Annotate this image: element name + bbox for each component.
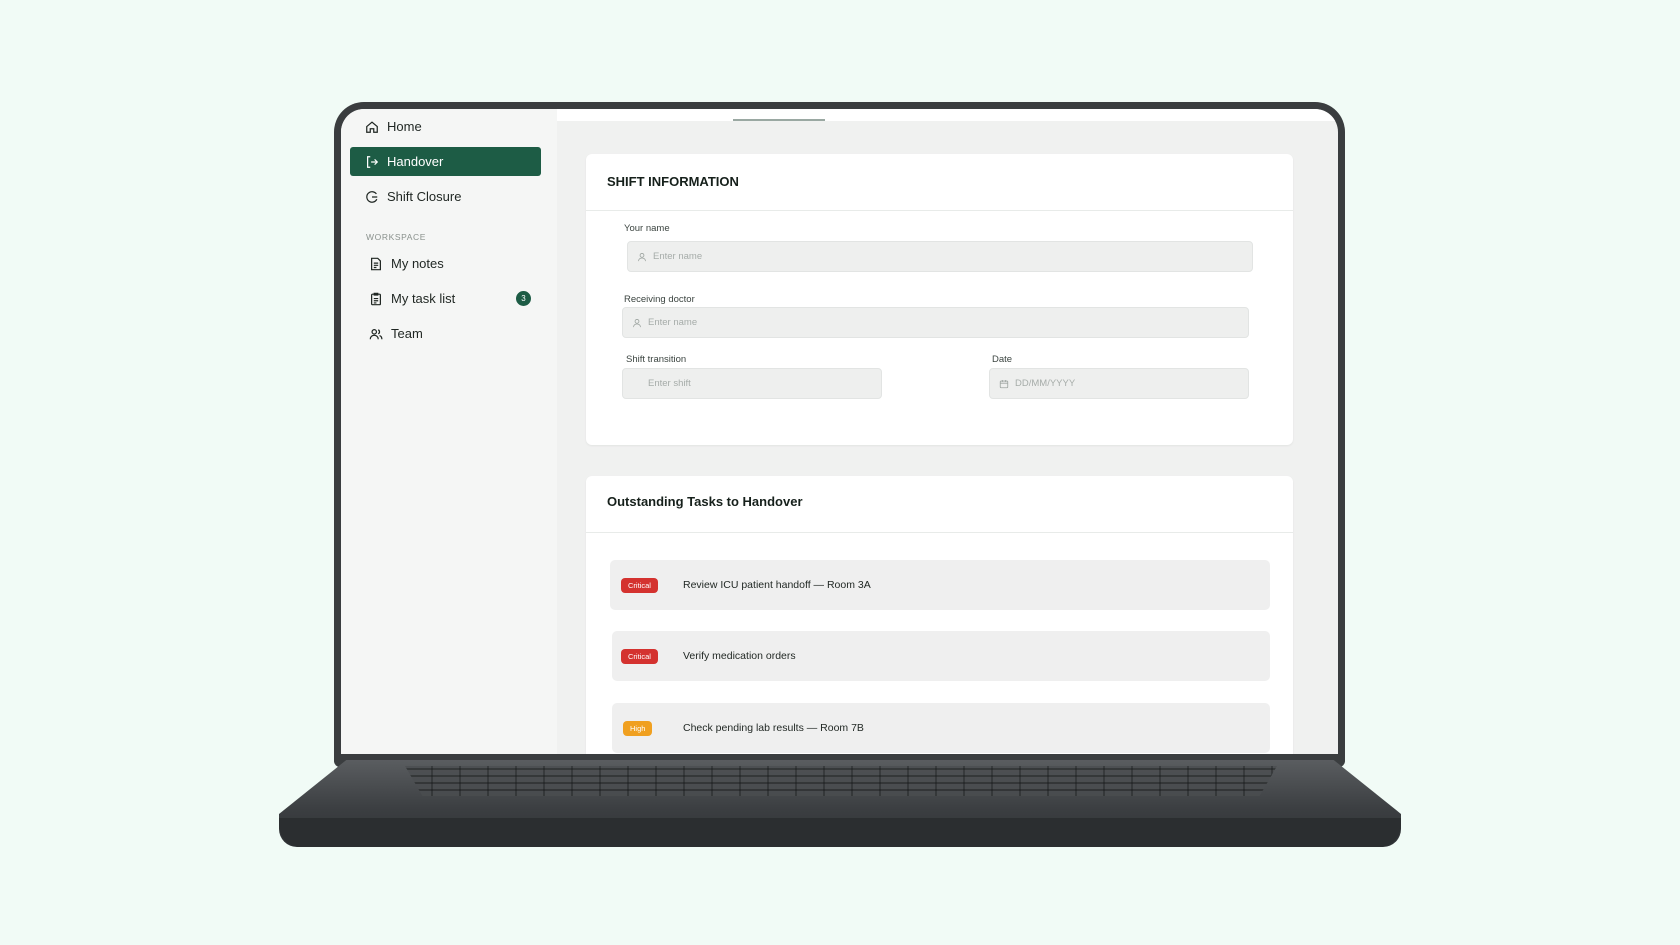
sidebar-item-label: My task list <box>391 291 456 306</box>
user-icon <box>633 318 641 327</box>
laptop-base-edge <box>279 818 1401 847</box>
sidebar-item-label: My notes <box>391 256 444 271</box>
sidebar-item-label: Shift Closure <box>387 189 462 204</box>
your-name-input[interactable] <box>653 251 1252 262</box>
user-icon <box>638 252 646 261</box>
sidebar-item-label: Home <box>387 119 422 134</box>
task-row[interactable]: Critical Verify medication orders <box>612 631 1270 681</box>
clipboard-icon <box>369 292 383 306</box>
task-text: Check pending lab results — Room 7B <box>683 722 864 734</box>
sidebar-item-my-task-list[interactable]: My task list 3 <box>350 284 541 313</box>
sidebar-item-my-notes[interactable]: My notes <box>350 249 541 278</box>
workspace-section-label: WORKSPACE <box>366 232 427 242</box>
outstanding-tasks-card: Outstanding Tasks to Handover Critical R… <box>586 476 1293 754</box>
divider <box>586 532 1293 533</box>
task-text: Review ICU patient handoff — Room 3A <box>683 579 871 591</box>
receiving-doctor-label: Receiving doctor <box>624 294 695 305</box>
your-name-label: Your name <box>624 223 670 234</box>
laptop-screen: Home Handover Shift Closure WORKSPACE My… <box>341 109 1338 754</box>
date-label: Date <box>992 354 1013 365</box>
shift-information-card: SHIFT INFORMATION Your name Receiving do… <box>586 154 1293 445</box>
shift-transition-input[interactable] <box>648 378 881 389</box>
sidebar: Home Handover Shift Closure WORKSPACE My… <box>341 109 557 754</box>
date-input[interactable] <box>1015 378 1248 389</box>
task-count-badge: 3 <box>516 291 531 306</box>
shift-transition-field[interactable] <box>622 368 882 399</box>
task-row[interactable]: Critical Review ICU patient handoff — Ro… <box>610 560 1270 610</box>
sidebar-item-handover[interactable]: Handover <box>350 147 541 176</box>
home-icon <box>365 120 379 134</box>
notes-icon <box>369 257 383 271</box>
task-text: Verify medication orders <box>683 650 796 662</box>
priority-badge: Critical <box>621 648 658 664</box>
receiving-doctor-input[interactable] <box>648 317 1248 328</box>
task-row[interactable]: High Check pending lab results — Room 7B <box>612 703 1270 753</box>
sidebar-item-team[interactable]: Team <box>350 319 541 348</box>
card-title: Outstanding Tasks to Handover <box>607 494 803 509</box>
priority-badge: Critical <box>621 577 658 593</box>
priority-badge: High <box>623 720 653 736</box>
active-tab-indicator <box>733 119 825 121</box>
calendar-icon <box>999 379 1009 388</box>
date-field[interactable] <box>989 368 1249 399</box>
shift-closure-icon <box>365 190 379 204</box>
your-name-field[interactable] <box>627 241 1253 272</box>
shift-transition-label: Shift transition <box>626 354 687 365</box>
card-title: SHIFT INFORMATION <box>607 174 739 189</box>
receiving-doctor-field[interactable] <box>622 307 1249 338</box>
laptop-keyboard <box>405 766 1277 796</box>
team-icon <box>369 327 383 341</box>
sidebar-item-label: Handover <box>387 154 444 169</box>
sidebar-item-shift-closure[interactable]: Shift Closure <box>350 182 541 211</box>
handover-icon <box>365 155 379 169</box>
sidebar-item-home[interactable]: Home <box>350 112 541 141</box>
divider <box>586 210 1293 211</box>
top-bar <box>557 109 1338 121</box>
sidebar-item-label: Team <box>391 326 423 341</box>
